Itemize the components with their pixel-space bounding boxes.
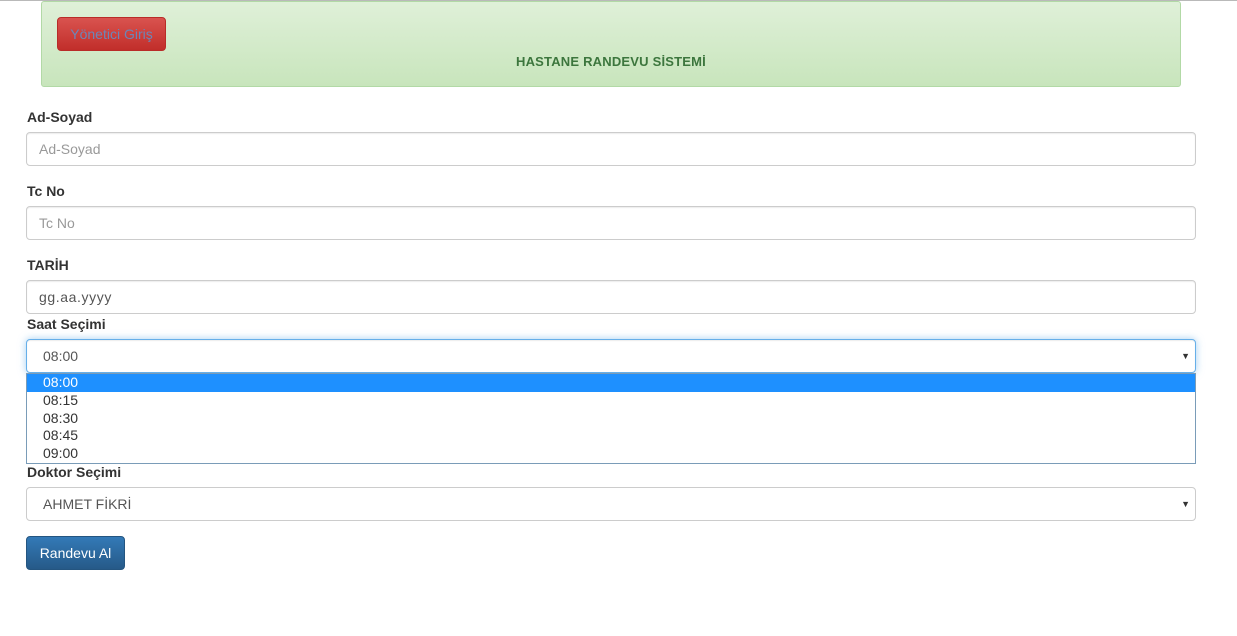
time-select[interactable]: 08:00 ▼ xyxy=(26,339,1196,373)
date-label: TARİH xyxy=(27,257,69,273)
submit-appointment-button[interactable]: Randevu Al xyxy=(26,536,125,570)
chevron-down-icon: ▼ xyxy=(1181,499,1190,509)
doctor-label: Doktor Seçimi xyxy=(27,464,122,480)
date-input[interactable]: gg.aa.yyyy xyxy=(26,280,1196,314)
time-option[interactable]: 08:15 xyxy=(27,392,1195,410)
tc-label: Tc No xyxy=(27,183,65,199)
tc-input[interactable] xyxy=(26,206,1196,240)
page-title: HASTANE RANDEVU SİSTEMİ xyxy=(516,54,706,69)
time-label: Saat Seçimi xyxy=(27,316,106,332)
time-option[interactable]: 08:45 xyxy=(27,427,1195,445)
admin-login-button[interactable]: Yönetici Giriş xyxy=(57,17,166,51)
header-panel: Yönetici Giriş HASTANE RANDEVU SİSTEMİ xyxy=(41,1,1181,87)
name-label: Ad-Soyad xyxy=(27,109,93,125)
name-input[interactable] xyxy=(26,132,1196,166)
time-select-value: 08:00 xyxy=(43,348,79,364)
chevron-down-icon: ▼ xyxy=(1181,351,1190,361)
time-option[interactable]: 08:30 xyxy=(27,410,1195,428)
time-options-list[interactable]: 08:00 08:15 08:30 08:45 09:00 xyxy=(26,373,1196,464)
time-option[interactable]: 09:00 xyxy=(27,445,1195,463)
time-option[interactable]: 08:00 xyxy=(27,374,1195,392)
doctor-select-value: AHMET FİKRİ xyxy=(43,496,132,512)
doctor-select[interactable]: AHMET FİKRİ ▼ xyxy=(26,487,1196,521)
